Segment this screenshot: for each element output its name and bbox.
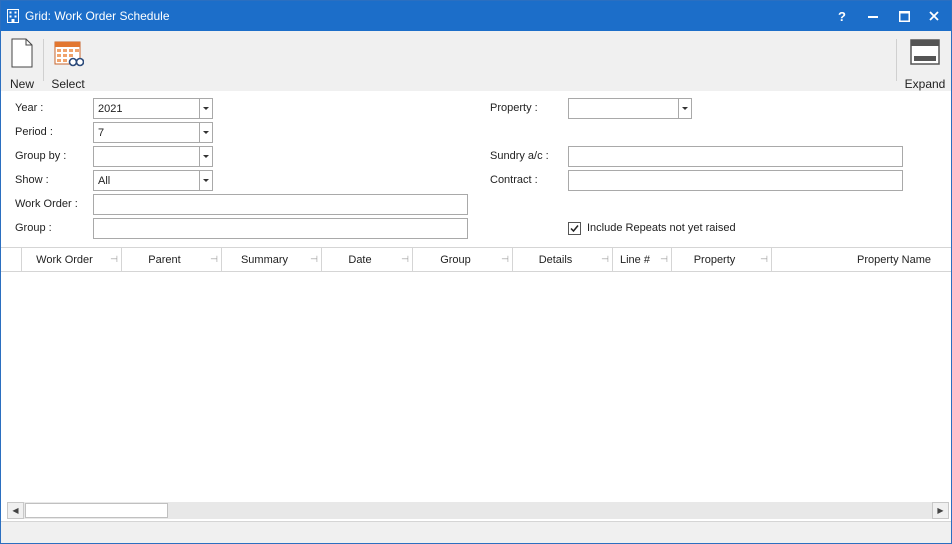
year-label: Year :	[15, 102, 44, 114]
toolbar-divider	[896, 39, 897, 81]
column-header[interactable]: Line # ⊣	[613, 248, 672, 271]
column-header[interactable]: Summary ⊣	[222, 248, 322, 271]
pin-icon[interactable]: ⊣	[401, 254, 409, 265]
calendar-search-icon	[54, 41, 84, 67]
row-selector-header	[1, 248, 22, 271]
year-value: 2021	[98, 103, 123, 115]
toolbar-divider	[43, 39, 44, 81]
column-header[interactable]: Property Name	[772, 248, 951, 271]
window-title: Grid: Work Order Schedule	[25, 9, 170, 23]
column-header-label: Line #	[620, 254, 650, 266]
column-header-label: Date	[348, 254, 372, 266]
pin-icon[interactable]: ⊣	[310, 254, 318, 265]
chevron-down-icon[interactable]	[678, 99, 691, 118]
column-header-label: Details	[538, 254, 573, 266]
contract-label: Contract :	[490, 174, 538, 186]
toolbar: New Select Expand	[1, 31, 951, 91]
scroll-right-button[interactable]: ▶	[932, 502, 949, 519]
sundry-input[interactable]	[568, 146, 903, 167]
show-label: Show :	[15, 174, 49, 186]
title-bar: Grid: Work Order Schedule ?	[1, 1, 951, 31]
pin-icon[interactable]: ⊣	[110, 254, 118, 265]
column-header[interactable]: Property ⊣	[672, 248, 772, 271]
select-label: Select	[51, 77, 85, 91]
property-label: Property :	[490, 102, 538, 114]
chevron-right-icon: ▶	[937, 506, 944, 515]
group-label: Group :	[15, 222, 52, 234]
column-header-label: Parent	[148, 254, 181, 266]
period-value: 7	[98, 127, 105, 139]
close-button[interactable]	[919, 1, 949, 31]
close-icon	[929, 11, 939, 21]
column-header[interactable]: Details ⊣	[513, 248, 613, 271]
pin-icon[interactable]: ⊣	[210, 254, 218, 265]
sundry-label: Sundry a/c :	[490, 150, 549, 162]
contract-input[interactable]	[568, 170, 903, 191]
work-order-input[interactable]	[93, 194, 468, 215]
column-header[interactable]: Group ⊣	[413, 248, 513, 271]
show-value: All	[98, 175, 111, 187]
work-order-label: Work Order :	[15, 198, 78, 210]
column-header-label: Summary	[240, 254, 289, 266]
column-header-label: Work Order	[36, 254, 93, 266]
column-header-label: Group	[440, 254, 471, 266]
show-dropdown[interactable]: All	[93, 170, 213, 191]
period-label: Period :	[15, 126, 53, 138]
chevron-down-icon[interactable]	[199, 123, 212, 142]
column-header-label: Property Name	[857, 254, 931, 266]
scrollbar-thumb[interactable]	[25, 503, 168, 518]
group-input[interactable]	[93, 218, 468, 239]
column-header[interactable]: Parent ⊣	[122, 248, 222, 271]
minimize-icon	[868, 16, 878, 18]
help-icon: ?	[838, 8, 846, 24]
pin-icon[interactable]: ⊣	[501, 254, 509, 265]
year-dropdown[interactable]: 2021	[93, 98, 213, 119]
help-button[interactable]: ?	[827, 1, 857, 31]
include-repeats-checkbox[interactable]	[568, 222, 581, 235]
select-button[interactable]: Select	[49, 35, 87, 91]
pin-icon[interactable]: ⊣	[601, 254, 609, 265]
minimize-button[interactable]	[858, 1, 888, 31]
column-header[interactable]: Work Order ⊣	[22, 248, 122, 271]
horizontal-scrollbar[interactable]: ◀ ▶	[7, 502, 949, 519]
chevron-down-icon[interactable]	[199, 171, 212, 190]
column-header[interactable]: Date ⊣	[322, 248, 413, 271]
group-by-dropdown[interactable]	[93, 146, 213, 167]
chevron-left-icon: ◀	[12, 506, 19, 515]
new-button[interactable]: New	[5, 35, 39, 91]
expand-label: Expand	[904, 77, 946, 91]
chevron-down-icon[interactable]	[199, 99, 212, 118]
expand-icon	[910, 39, 940, 65]
period-dropdown[interactable]: 7	[93, 122, 213, 143]
pin-icon[interactable]: ⊣	[660, 254, 668, 265]
filter-form: Year : 2021 Period : 7 Group by : Show :…	[1, 91, 951, 247]
group-by-label: Group by :	[15, 150, 67, 162]
maximize-icon	[898, 10, 910, 22]
property-dropdown[interactable]	[568, 98, 692, 119]
new-document-icon	[11, 38, 33, 68]
chevron-down-icon[interactable]	[199, 147, 212, 166]
new-label: New	[9, 77, 34, 91]
expand-button[interactable]: Expand	[901, 35, 949, 91]
work-order-grid[interactable]: Work Order ⊣ Parent ⊣ Summary ⊣ Date ⊣ G…	[1, 247, 951, 501]
column-header-label: Property	[693, 254, 736, 266]
maximize-button[interactable]	[889, 1, 919, 31]
include-repeats-label[interactable]: Include Repeats not yet raised	[587, 222, 736, 234]
checkmark-icon	[570, 225, 579, 233]
scroll-left-button[interactable]: ◀	[7, 502, 24, 519]
window: Grid: Work Order Schedule ? New Select E…	[0, 0, 952, 544]
building-icon	[7, 9, 19, 23]
pin-icon[interactable]: ⊣	[760, 254, 768, 265]
status-bar	[1, 521, 951, 543]
grid-header: Work Order ⊣ Parent ⊣ Summary ⊣ Date ⊣ G…	[1, 248, 951, 272]
